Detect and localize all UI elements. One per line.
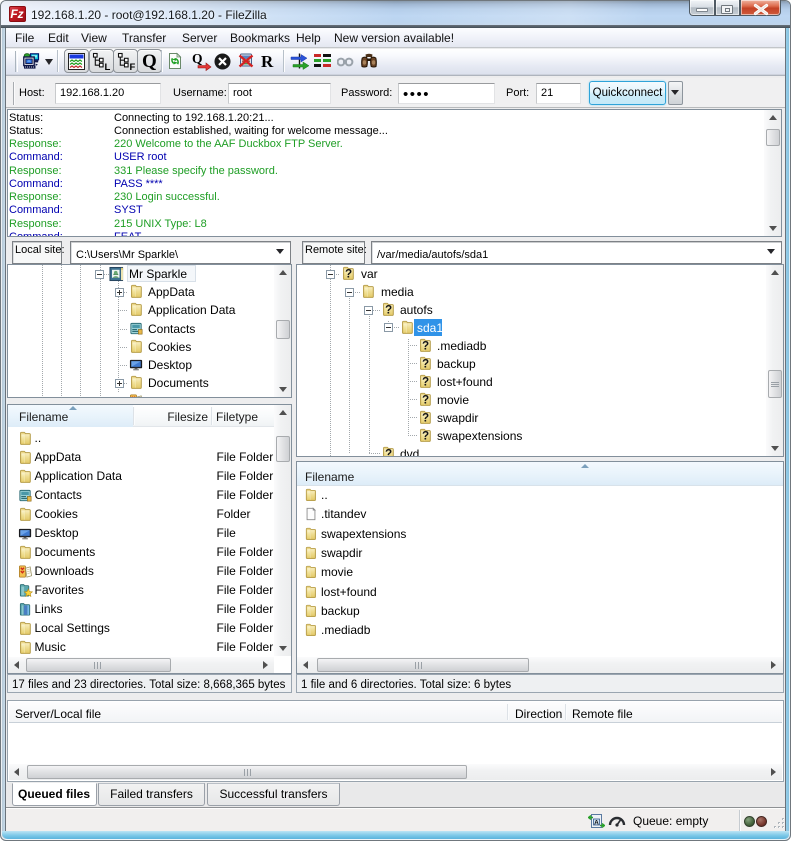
svg-text:F: F (130, 62, 136, 71)
svg-text:L: L (105, 62, 111, 71)
svg-text:A: A (594, 820, 599, 827)
